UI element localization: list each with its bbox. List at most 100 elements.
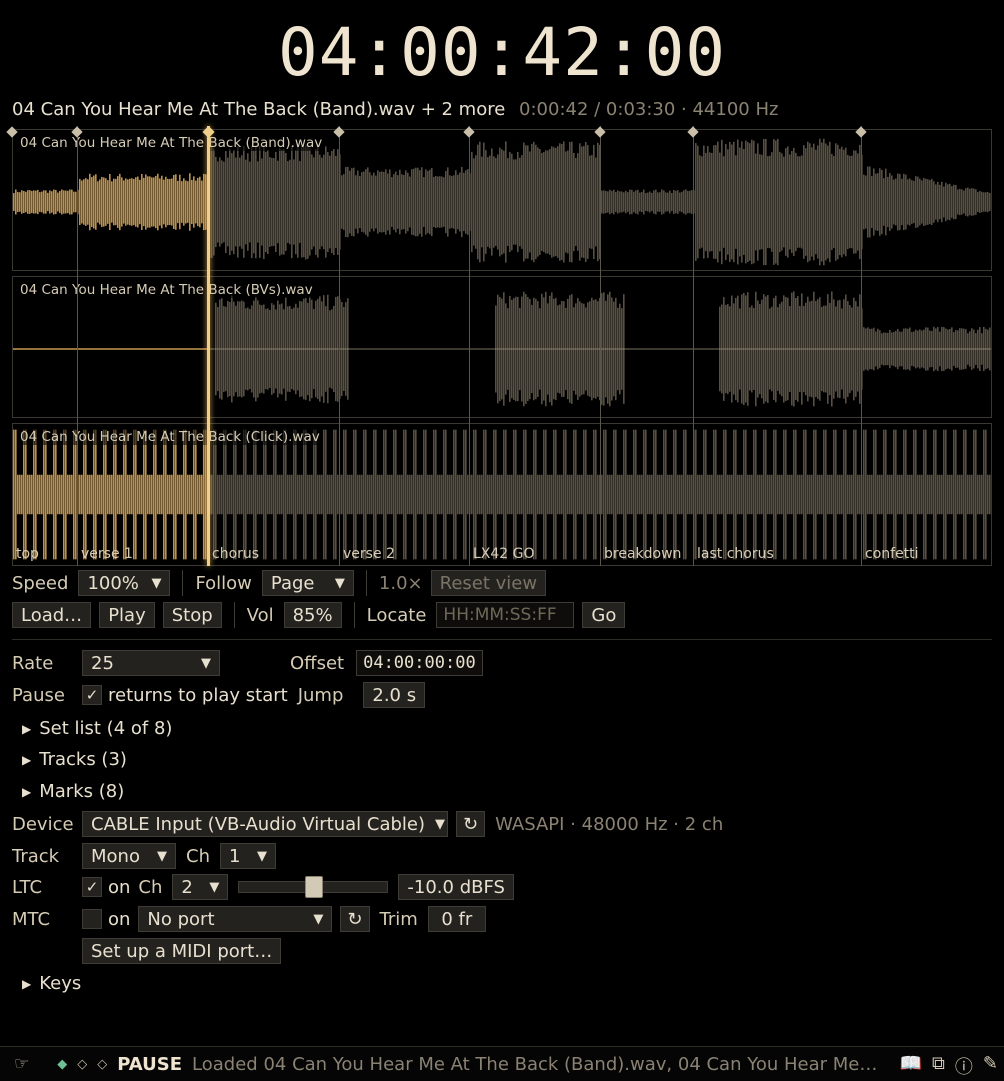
window-icon[interactable]: ⧉ bbox=[932, 1053, 945, 1079]
marker-line[interactable] bbox=[861, 126, 862, 566]
wave-sample bbox=[917, 330, 919, 368]
mtc-checkbox[interactable] bbox=[82, 909, 102, 929]
playhead[interactable] bbox=[207, 126, 210, 566]
wave-sample bbox=[189, 474, 191, 515]
zoom-level: 1.0× bbox=[378, 572, 423, 594]
trim-field[interactable]: 0 fr bbox=[427, 906, 486, 932]
wave-sample bbox=[819, 297, 821, 401]
wave-sample bbox=[971, 188, 973, 216]
wave-sample bbox=[349, 170, 351, 234]
marker-label[interactable]: top bbox=[16, 546, 39, 562]
wave-sample bbox=[161, 474, 163, 515]
wave-sample bbox=[825, 429, 827, 560]
ltc-level-slider[interactable] bbox=[238, 876, 389, 898]
go-button[interactable]: Go bbox=[582, 602, 626, 628]
reset-view-button[interactable]: Reset view bbox=[430, 570, 547, 596]
play-button[interactable]: Play bbox=[99, 602, 155, 628]
wave-sample bbox=[439, 474, 441, 515]
marker-label[interactable]: last chorus bbox=[697, 546, 774, 562]
wave-sample bbox=[483, 142, 485, 262]
brush-icon[interactable]: ✎ bbox=[983, 1053, 998, 1079]
wave-sample bbox=[733, 141, 735, 263]
track-bvs[interactable]: 04 Can You Hear Me At The Back (BVs).wav bbox=[12, 276, 992, 418]
wave-sample bbox=[183, 178, 185, 226]
section-marks[interactable]: ▶ Marks (8) bbox=[12, 781, 124, 802]
section-keys[interactable]: ▶ Keys bbox=[12, 973, 81, 994]
info-icon[interactable]: ⓘ bbox=[955, 1053, 973, 1079]
wave-sample bbox=[379, 171, 381, 233]
ltc-ch-select[interactable]: 2 ▼ bbox=[172, 874, 229, 900]
wave-sample bbox=[671, 474, 673, 515]
wave-sample bbox=[569, 474, 571, 515]
marker-label[interactable]: verse 2 bbox=[343, 546, 395, 562]
wave-sample bbox=[821, 142, 823, 262]
rate-select[interactable]: 25 ▼ bbox=[82, 650, 220, 676]
load-button[interactable]: Load… bbox=[12, 602, 92, 628]
marker-label[interactable]: breakdown bbox=[604, 546, 681, 562]
wave-sample bbox=[539, 149, 541, 255]
wave-sample bbox=[341, 175, 343, 229]
marker-line[interactable] bbox=[469, 126, 470, 566]
refresh-icon[interactable]: ↻ bbox=[456, 811, 486, 837]
wave-sample bbox=[333, 429, 335, 560]
wave-sample bbox=[955, 429, 957, 560]
wave-sample bbox=[889, 474, 891, 515]
speed-select[interactable]: 100% ▼ bbox=[78, 570, 171, 596]
wave-sample bbox=[831, 291, 833, 407]
follow-select[interactable]: Page ▼ bbox=[261, 570, 354, 596]
wave-sample bbox=[579, 301, 581, 397]
wave-sample bbox=[497, 474, 499, 515]
wave-sample bbox=[243, 146, 245, 258]
wave-sample bbox=[725, 429, 727, 560]
pause-checkbox[interactable]: ✓ bbox=[82, 685, 102, 705]
marker-label[interactable]: verse 1 bbox=[81, 546, 133, 562]
wave-sample bbox=[487, 157, 489, 247]
file-name: 04 Can You Hear Me At The Back (Band).wa… bbox=[12, 99, 506, 120]
waveform-area[interactable]: 04 Can You Hear Me At The Back (Band).wa… bbox=[6, 126, 992, 566]
track-ch-select[interactable]: 1 ▼ bbox=[219, 843, 276, 869]
wave-sample bbox=[647, 192, 649, 212]
book-icon[interactable]: 📖 bbox=[900, 1053, 922, 1079]
wave-sample bbox=[347, 298, 349, 400]
ltc-checkbox[interactable]: ✓ bbox=[82, 877, 102, 897]
wave-sample bbox=[575, 429, 577, 560]
stop-button[interactable]: Stop bbox=[162, 602, 222, 628]
slider-thumb[interactable] bbox=[305, 876, 324, 898]
wave-sample bbox=[795, 429, 797, 560]
hand-icon[interactable]: ☞ bbox=[14, 1054, 29, 1074]
wave-sample bbox=[385, 429, 387, 560]
wave-sample bbox=[855, 429, 857, 560]
marker-line[interactable] bbox=[77, 126, 78, 566]
track-mode-select[interactable]: Mono ▼ bbox=[82, 843, 176, 869]
marker-line[interactable] bbox=[600, 126, 601, 566]
wave-sample bbox=[543, 297, 545, 401]
locate-input[interactable]: HH:MM:SS:FF bbox=[436, 602, 575, 628]
volume-field[interactable]: 85% bbox=[283, 602, 342, 628]
wave-sample bbox=[271, 157, 273, 247]
wave-sample bbox=[23, 190, 25, 214]
marker-line[interactable] bbox=[339, 126, 340, 566]
wave-sample bbox=[369, 172, 371, 232]
offset-input[interactable]: 04:00:00:00 bbox=[356, 650, 483, 676]
wave-sample bbox=[233, 301, 235, 397]
wave-sample bbox=[663, 429, 665, 560]
refresh-icon[interactable]: ↻ bbox=[340, 906, 370, 932]
marker-label[interactable]: chorus bbox=[212, 546, 259, 562]
marker-label[interactable]: confetti bbox=[865, 546, 919, 562]
device-select[interactable]: CABLE Input (VB-Audio Virtual Cable) ▼ bbox=[82, 811, 448, 837]
wave-sample bbox=[249, 474, 251, 515]
track-click[interactable]: 04 Can You Hear Me At The Back (Click).w… bbox=[12, 423, 992, 566]
marker-label[interactable]: LX42 GO bbox=[473, 546, 535, 562]
track-band[interactable]: 04 Can You Hear Me At The Back (Band).wa… bbox=[12, 129, 992, 271]
marker-line[interactable] bbox=[693, 126, 694, 566]
section-set-list[interactable]: ▶ Set list (4 of 8) bbox=[12, 718, 172, 739]
wave-sample bbox=[191, 474, 193, 515]
mtc-port-select[interactable]: No port ▼ bbox=[138, 906, 333, 932]
section-tracks[interactable]: ▶ Tracks (3) bbox=[12, 749, 127, 770]
jump-field[interactable]: 2.0 s bbox=[363, 682, 426, 708]
wave-sample bbox=[31, 190, 33, 214]
wave-sample bbox=[521, 474, 523, 515]
ltc-level-field[interactable]: -10.0 dBFS bbox=[398, 874, 514, 900]
setup-midi-port-button[interactable]: Set up a MIDI port… bbox=[82, 938, 282, 964]
wave-sample bbox=[631, 474, 633, 515]
